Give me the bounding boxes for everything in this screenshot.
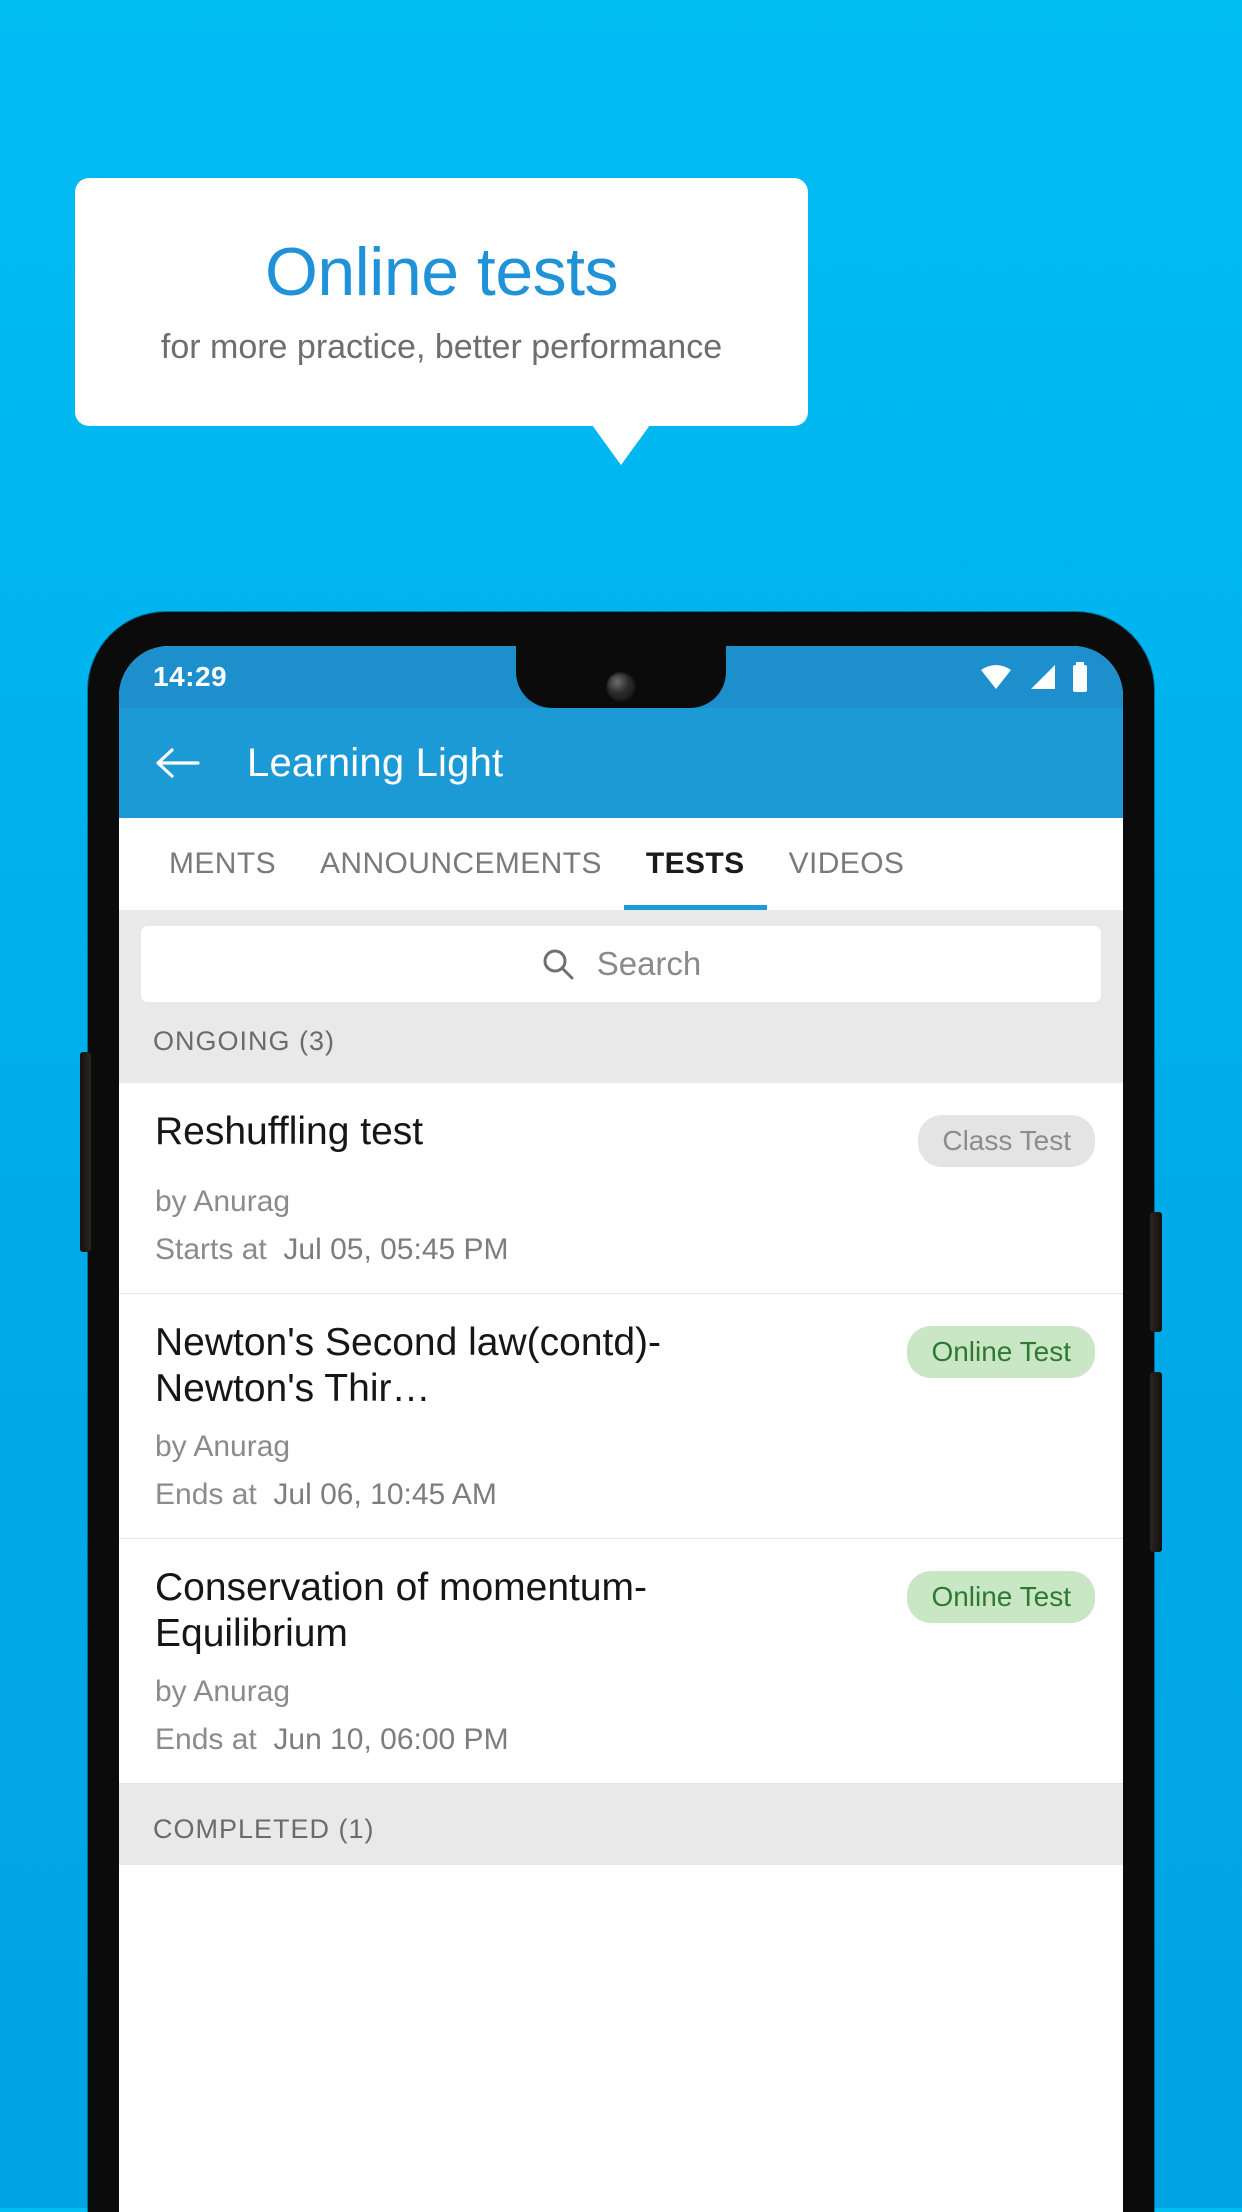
test-author: by Anurag <box>155 1185 291 1218</box>
test-list-item[interactable]: Newton's Second law(contd)-Newton's Thir… <box>119 1294 1123 1540</box>
tab-bar: MENTS ANNOUNCEMENTS TESTS VIDEOS <box>119 818 1123 910</box>
tab-active-indicator <box>624 905 767 910</box>
test-schedule-label: Ends at <box>155 1478 257 1512</box>
test-title: Newton's Second law(contd)-Newton's Thir… <box>155 1321 662 1411</box>
search-input[interactable]: Search <box>141 926 1101 1002</box>
search-area: Search <box>119 910 1123 1020</box>
test-title: Reshuffling test <box>155 1110 424 1153</box>
phone-left-button[interactable] <box>80 1052 91 1252</box>
signal-icon <box>1031 665 1055 689</box>
test-schedule-label: Ends at <box>155 1723 257 1757</box>
wifi-icon <box>981 665 1011 689</box>
back-arrow-icon[interactable] <box>155 746 201 780</box>
app-title: Learning Light <box>247 740 504 785</box>
phone-power-button[interactable] <box>1150 1212 1162 1332</box>
test-schedule-value: Jun 10, 06:00 PM <box>273 1723 509 1757</box>
tab-videos[interactable]: VIDEOS <box>767 818 927 910</box>
test-list-item[interactable]: Reshuffling test Class Test by Anurag St… <box>119 1083 1123 1294</box>
search-icon <box>543 949 574 980</box>
test-author: by Anurag <box>155 1675 291 1709</box>
status-time: 14:29 <box>153 661 228 692</box>
test-schedule: Starts at Jul 05, 05:45 PM <box>155 1233 1095 1267</box>
app-toolbar: Learning Light <box>119 708 1123 818</box>
tab-announcements[interactable]: ANNOUNCEMENTS <box>298 818 624 910</box>
promo-title: Online tests <box>264 233 619 310</box>
test-list-item[interactable]: Conservation of momentum-Equilibrium Onl… <box>119 1539 1123 1785</box>
callout-tail-icon <box>592 425 650 465</box>
test-schedule-label: Starts at <box>155 1233 267 1266</box>
phone-volume-button[interactable] <box>1150 1372 1162 1552</box>
tab-tests[interactable]: TESTS <box>624 818 767 910</box>
status-icons <box>979 662 1089 692</box>
test-item-header: Newton's Second law(contd)-Newton's Thir… <box>155 1320 1095 1412</box>
promo-subtitle: for more practice, better performance <box>160 328 723 367</box>
test-item-header: Conservation of momentum-Equilibrium Onl… <box>155 1565 1095 1657</box>
battery-icon <box>1073 662 1087 692</box>
phone-screen: 14:29 Learning Light MENTS ANNOUNCEMENTS… <box>119 646 1123 2212</box>
promo-callout-card: Online tests for more practice, better p… <box>75 178 808 426</box>
test-type-badge: Online Test <box>907 1326 1095 1378</box>
section-header-completed: COMPLETED (1) <box>119 1784 1123 1866</box>
test-item-header: Reshuffling test Class Test <box>155 1109 1095 1167</box>
front-camera-icon <box>606 672 636 702</box>
test-schedule-value: Jul 06, 10:45 AM <box>273 1478 497 1512</box>
test-type-badge: Online Test <box>907 1571 1095 1624</box>
tab-ments[interactable]: MENTS <box>147 818 298 910</box>
test-schedule-value: Jul 05, 05:45 PM <box>283 1233 509 1266</box>
test-type-badge: Class Test <box>918 1115 1095 1167</box>
phone-frame: 14:29 Learning Light MENTS ANNOUNCEMENTS… <box>80 612 1162 2212</box>
tests-content: Search ONGOING (3) Reshuffling test Clas… <box>119 910 1123 1866</box>
test-title: Conservation of momentum-Equilibrium <box>155 1566 648 1656</box>
section-header-ongoing: ONGOING (3) <box>119 1020 1123 1083</box>
search-placeholder: Search <box>596 945 702 982</box>
test-author: by Anurag <box>155 1430 291 1464</box>
test-schedule: Ends at Jun 10, 06:00 PM <box>155 1723 1095 1757</box>
test-schedule: Ends at Jul 06, 10:45 AM <box>155 1478 1095 1512</box>
